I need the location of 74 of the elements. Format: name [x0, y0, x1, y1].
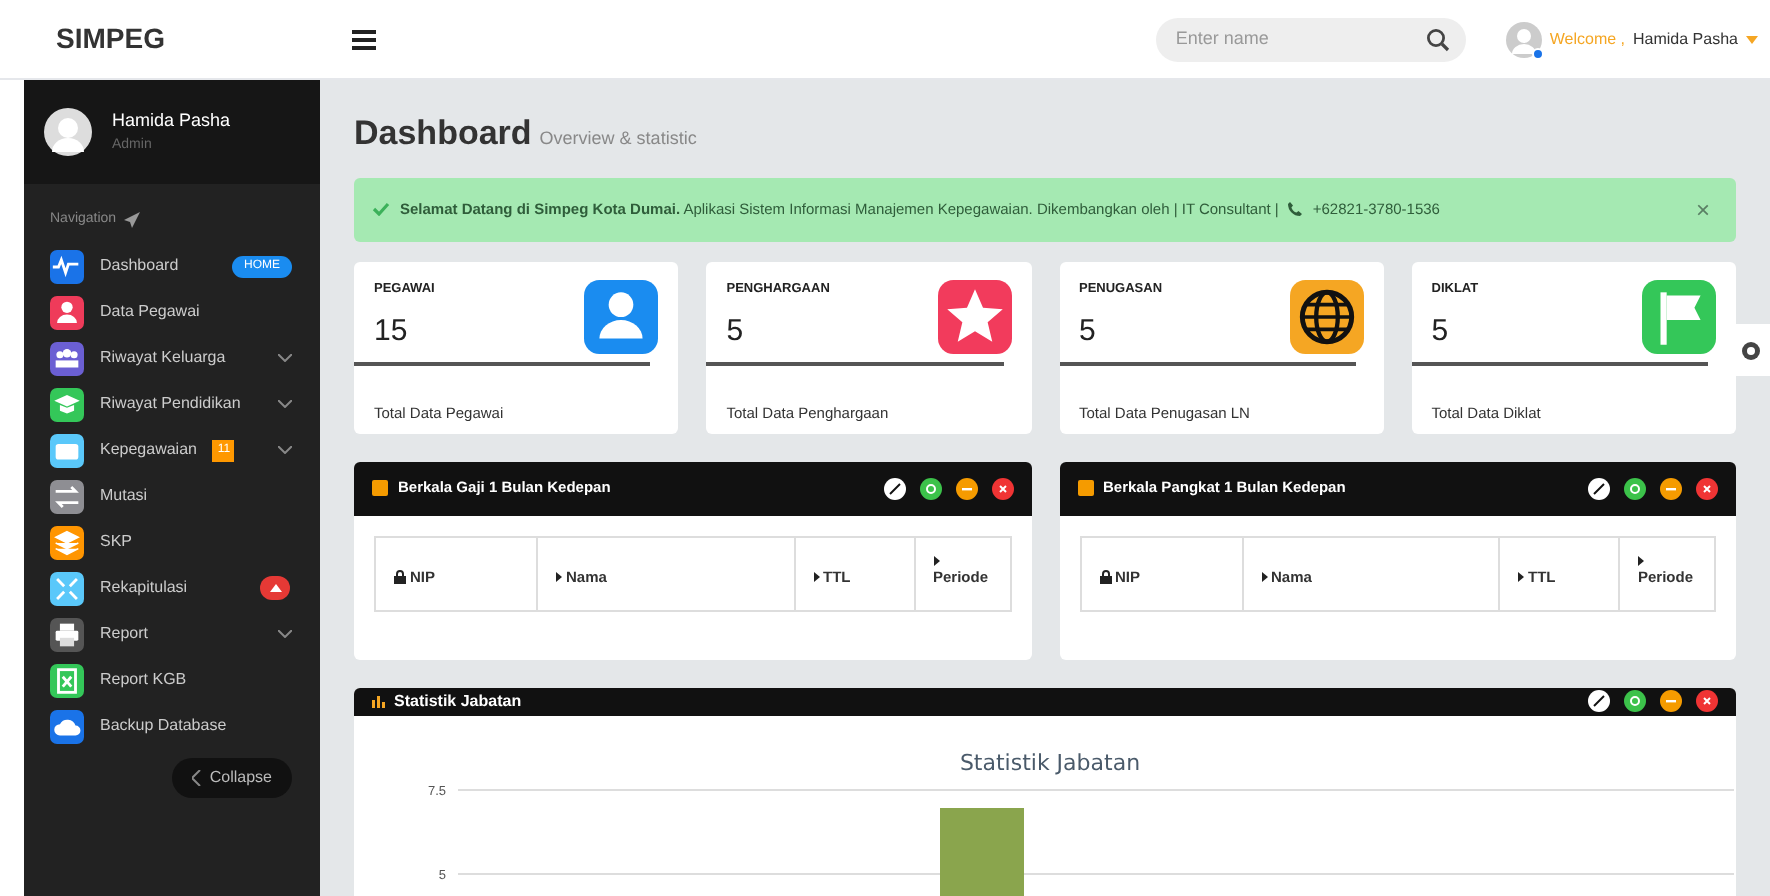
caret-icon — [1518, 572, 1524, 582]
chart-bar — [940, 808, 1024, 896]
search-icon[interactable] — [1425, 27, 1450, 51]
graduation-cap-icon[interactable] — [50, 387, 84, 421]
card-value: 5 — [1079, 312, 1098, 353]
spreadsheet-icon[interactable] — [50, 663, 84, 697]
search-input[interactable]: Enter name — [1175, 25, 1426, 53]
expand-button[interactable] — [883, 477, 905, 499]
caret-icon — [1638, 556, 1644, 567]
collapse-button[interactable]: Collapse — [171, 757, 292, 797]
welcome-text: Welcome , — [1549, 27, 1626, 51]
alert-badge — [260, 576, 290, 600]
sidebar-item[interactable]: Riwayat Pendidikan — [24, 381, 320, 427]
square-icon — [1077, 480, 1093, 496]
paper-plane-icon — [124, 212, 141, 229]
chevron-left-icon[interactable] — [191, 769, 202, 785]
card-value: 5 — [726, 312, 746, 353]
refresh-button[interactable] — [919, 477, 941, 499]
close-button[interactable] — [1696, 477, 1718, 499]
close-button[interactable] — [1696, 690, 1718, 713]
user-menu[interactable]: Hamida Pasha — [1633, 27, 1738, 51]
chevron-down-icon[interactable] — [278, 354, 292, 362]
chevron-down-icon[interactable] — [278, 400, 292, 408]
caret-icon — [1261, 572, 1267, 582]
minimize-button[interactable] — [1660, 477, 1682, 499]
brand-logo[interactable]: SIMPEG — [56, 21, 165, 53]
minimize-button[interactable] — [955, 477, 977, 499]
check-icon — [372, 202, 390, 216]
refresh-button[interactable] — [1624, 477, 1646, 499]
caret-icon — [933, 556, 939, 567]
caret-icon — [556, 572, 562, 582]
arrows-icon[interactable] — [50, 479, 84, 513]
chart-title: Statistik Jabatan — [959, 750, 1141, 776]
chevron-down-icon[interactable] — [278, 630, 292, 638]
sidebar-item[interactable]: Rekapitulasi — [24, 565, 320, 611]
expand-button[interactable] — [1588, 477, 1610, 499]
sidebar-item[interactable]: Riwayat Keluarga — [24, 335, 320, 381]
page-title: Dashboard — [354, 112, 532, 156]
compress-icon[interactable] — [50, 571, 84, 605]
folder-icon[interactable] — [50, 433, 84, 467]
minimize-button[interactable] — [1660, 690, 1682, 713]
square-icon — [372, 480, 388, 496]
profile-name: Hamida Pasha — [112, 108, 231, 134]
refresh-button[interactable] — [1624, 690, 1646, 713]
person-icon[interactable] — [50, 295, 84, 329]
lock-icon — [394, 570, 406, 584]
card-value: 5 — [1431, 312, 1451, 353]
layers-icon[interactable] — [50, 525, 84, 559]
sidebar-item[interactable]: Mutasi — [24, 473, 320, 519]
lock-icon — [1099, 570, 1111, 584]
sidebar-item[interactable]: Report KGB — [24, 657, 320, 703]
avatar-icon — [44, 108, 92, 156]
sidebar-item[interactable]: Backup Database — [24, 703, 320, 749]
bar-chart-icon — [372, 694, 386, 709]
phone-icon — [1288, 202, 1303, 216]
caret-icon — [813, 572, 819, 582]
sidebar-item[interactable]: Report — [24, 611, 320, 657]
close-button[interactable] — [991, 477, 1013, 499]
pulse-icon[interactable] — [50, 249, 84, 283]
card-value: 15 — [374, 312, 410, 353]
menu-icon[interactable] — [352, 29, 376, 49]
settings-icon[interactable] — [1739, 339, 1761, 361]
sidebar-item[interactable]: SKP — [24, 519, 320, 565]
panel-title: Statistik Jabatan — [394, 689, 522, 714]
printer-icon[interactable] — [50, 617, 84, 651]
search-field[interactable]: Enter name — [1155, 17, 1466, 61]
people-icon[interactable] — [50, 341, 84, 375]
page-subtitle: Overview & statistic — [539, 126, 697, 152]
settings-tab[interactable] — [1730, 324, 1770, 376]
sidebar-item[interactable]: Data Pegawai — [24, 289, 320, 335]
expand-button[interactable] — [1588, 690, 1610, 713]
chevron-down-icon[interactable] — [278, 446, 292, 454]
avatar-icon[interactable] — [1505, 21, 1542, 57]
cloud-icon[interactable] — [50, 709, 84, 743]
